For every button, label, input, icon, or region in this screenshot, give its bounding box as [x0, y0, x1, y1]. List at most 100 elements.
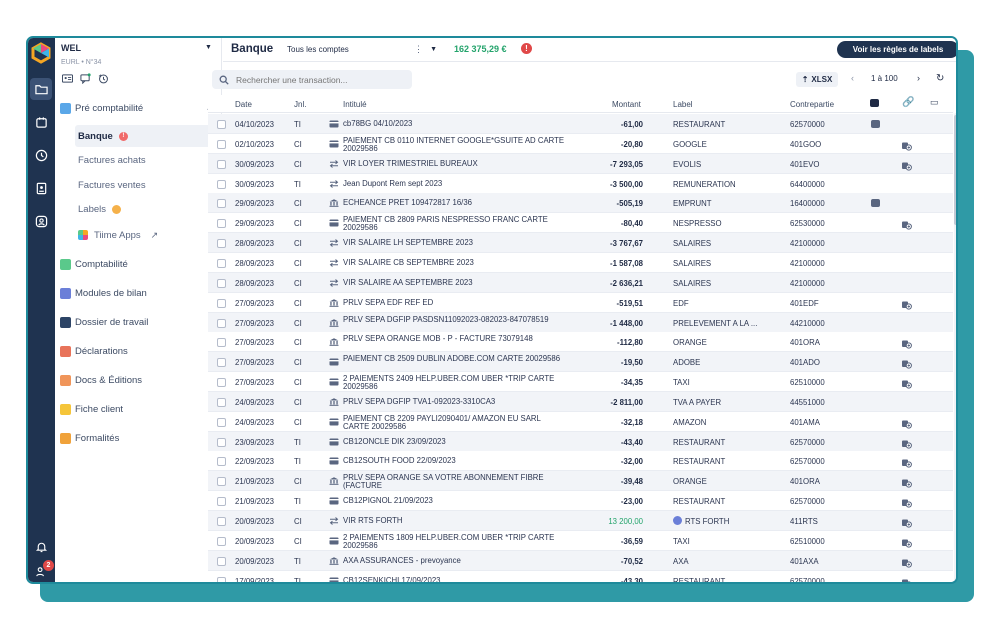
- row-checkbox[interactable]: [217, 397, 226, 407]
- table-row[interactable]: 04/10/2023 TI cb78BG 04/10/2023 -61,00 RESTA…: [208, 114, 953, 134]
- row-checkbox[interactable]: [217, 318, 226, 328]
- cell-label[interactable]: RESTAURANT: [673, 120, 725, 129]
- attachment-icon[interactable]: [901, 338, 912, 349]
- cell-label[interactable]: ADOBE: [673, 358, 700, 367]
- cell-label[interactable]: RTS FORTH: [685, 517, 729, 526]
- chevron-down-icon[interactable]: ▼: [205, 44, 212, 51]
- cell-intitule[interactable]: ECHEANCE PRET 109472817 16/36: [343, 199, 568, 207]
- col-date[interactable]: Date: [235, 100, 252, 109]
- attachment-icon[interactable]: [901, 457, 912, 469]
- cell-label[interactable]: SALAIRES: [673, 259, 711, 268]
- cell-label[interactable]: EMPRUNT: [673, 199, 712, 208]
- row-checkbox[interactable]: [217, 497, 226, 507]
- attachment-icon[interactable]: [901, 219, 912, 230]
- row-checkbox[interactable]: [217, 576, 226, 582]
- cell-label[interactable]: EVOLIS: [673, 160, 701, 169]
- table-row[interactable]: 24/09/2023 CI PAIEMENT CB 2209 PAYLI209040…: [208, 411, 953, 432]
- cell-contrepartie[interactable]: 401EVO: [790, 160, 819, 169]
- row-checkbox[interactable]: [217, 437, 226, 447]
- export-xlsx-button[interactable]: ⇡ XLSX: [796, 72, 838, 87]
- table-row[interactable]: 27/09/2023 CI PAIEMENT CB 2509 DUBLIN ADOB…: [208, 352, 953, 373]
- cell-contrepartie[interactable]: 16400000: [790, 199, 825, 208]
- nav-comptabilite[interactable]: Comptabilité ›: [55, 254, 221, 274]
- bell-icon[interactable]: [30, 535, 52, 557]
- cell-intitule[interactable]: VIR RTS FORTH: [343, 517, 568, 525]
- cell-contrepartie[interactable]: 44551000: [790, 398, 825, 407]
- cell-intitule[interactable]: AXA ASSURANCES - prevoyance: [343, 556, 568, 565]
- attachment-icon[interactable]: [901, 577, 912, 582]
- chevron-right-icon[interactable]: ›: [917, 73, 920, 83]
- cell-label[interactable]: AXA: [673, 557, 689, 566]
- col-intitule[interactable]: Intitulé: [343, 100, 367, 109]
- attachment-icon[interactable]: [901, 378, 912, 389]
- nav-precomptabilite[interactable]: Pré comptabilité ⌄: [55, 98, 221, 118]
- table-row[interactable]: 24/09/2023 CI PRLV SEPA DGFIP TVA1-092023-…: [208, 391, 953, 412]
- cell-intitule[interactable]: CB12SOUTH FOOD 22/09/2023: [343, 457, 568, 465]
- row-checkbox[interactable]: [217, 179, 226, 189]
- cell-contrepartie[interactable]: 401EDF: [790, 299, 819, 308]
- cell-intitule[interactable]: CB12SENKICHI 17/09/2023: [343, 576, 568, 582]
- nav-labels[interactable]: Labels: [75, 198, 220, 220]
- report-icon[interactable]: [30, 177, 52, 199]
- refresh-icon[interactable]: ↻: [936, 73, 944, 84]
- cell-contrepartie[interactable]: 62570000: [790, 438, 825, 447]
- nav-dossier-travail[interactable]: Dossier de travail: [55, 312, 221, 332]
- cell-intitule[interactable]: CB12PIGNOL 21/09/2023: [343, 497, 568, 505]
- attachment-icon[interactable]: [901, 299, 912, 310]
- nav-factures-ventes[interactable]: Factures ventes: [75, 174, 220, 196]
- table-row[interactable]: 30/09/2023 TI Jean Dupont Rem sept 2023 -3 …: [208, 173, 953, 194]
- label-rules-button[interactable]: Voir les règles de labels: [837, 41, 956, 58]
- row-checkbox[interactable]: [217, 139, 226, 149]
- nav-fiche-client[interactable]: Fiche client ›: [55, 399, 221, 419]
- row-checkbox[interactable]: [217, 219, 226, 229]
- cell-contrepartie[interactable]: 401GOO: [790, 140, 821, 149]
- table-row[interactable]: 29/09/2023 CI PAIEMENT CB 2809 PARIS NESPR…: [208, 213, 953, 234]
- table-row[interactable]: 20/09/2023 CI VIR RTS FORTH 13 200,00 RTS FO…: [208, 511, 953, 531]
- attachment-icon[interactable]: [901, 358, 912, 369]
- row-checkbox[interactable]: [217, 536, 226, 546]
- cell-intitule[interactable]: PRLV SEPA ORANGE MOB - P - FACTURE 73079…: [343, 335, 568, 343]
- calendar-icon[interactable]: [30, 111, 52, 133]
- row-checkbox[interactable]: [217, 199, 226, 209]
- attachment-icon[interactable]: [901, 517, 912, 528]
- nav-formalites[interactable]: Formalités ›: [55, 428, 221, 448]
- cell-label[interactable]: ORANGE: [673, 338, 707, 347]
- cell-label[interactable]: GOOGLE: [673, 140, 707, 149]
- table-row[interactable]: 22/09/2023 TI CB12SOUTH FOOD 22/09/2023 -32…: [208, 451, 953, 472]
- cell-intitule[interactable]: PRLV SEPA DGFIP TVA1-092023-3310CA3: [343, 397, 568, 406]
- row-checkbox[interactable]: [217, 120, 226, 129]
- attachment-icon[interactable]: [901, 418, 912, 429]
- search-input[interactable]: [236, 74, 406, 85]
- row-checkbox[interactable]: [217, 159, 226, 169]
- cell-contrepartie[interactable]: 401ORA: [790, 338, 820, 347]
- cell-intitule[interactable]: PAIEMENT CB 0110 INTERNET GOOGLE*GSUITE …: [343, 136, 568, 153]
- logo-icon[interactable]: [30, 42, 52, 64]
- cell-contrepartie[interactable]: 62570000: [790, 497, 825, 506]
- col-montant[interactable]: Montant: [612, 100, 641, 109]
- row-checkbox[interactable]: [217, 477, 226, 487]
- cell-contrepartie[interactable]: 62570000: [790, 120, 825, 129]
- cell-contrepartie[interactable]: 401AMA: [790, 418, 820, 427]
- cell-label[interactable]: EDF: [673, 299, 689, 308]
- cell-label[interactable]: RESTAURANT: [673, 577, 725, 582]
- cell-contrepartie[interactable]: 62570000: [790, 457, 825, 466]
- cell-intitule[interactable]: Jean Dupont Rem sept 2023: [343, 179, 568, 188]
- table-row[interactable]: 28/09/2023 CI VIR SALAIRE LH SEPTEMBRE 202…: [208, 233, 953, 254]
- cell-contrepartie[interactable]: 42100000: [790, 239, 825, 248]
- comment-icon[interactable]: [871, 199, 880, 208]
- cell-label[interactable]: SALAIRES: [673, 239, 711, 248]
- cell-intitule[interactable]: PAIEMENT CB 2209 PAYLI2090401/ AMAZON EU…: [343, 414, 568, 431]
- row-checkbox[interactable]: [217, 556, 226, 566]
- cell-label[interactable]: AMAZON: [673, 418, 706, 427]
- attachment-icon[interactable]: [901, 477, 912, 488]
- account-select[interactable]: Tous les comptes ⋮ ▼: [283, 41, 443, 58]
- nav-declarations[interactable]: Déclarations ›: [55, 341, 221, 361]
- cell-contrepartie[interactable]: 44210000: [790, 319, 825, 328]
- row-checkbox[interactable]: [217, 298, 226, 308]
- row-checkbox[interactable]: [217, 457, 226, 467]
- cell-intitule[interactable]: VIR SALAIRE CB SEPTEMBRE 2023: [343, 258, 568, 267]
- row-checkbox[interactable]: [217, 338, 226, 348]
- cell-intitule[interactable]: 2 PAIEMENTS 1809 HELP.UBER.COM UBER *TRI…: [343, 533, 568, 550]
- cell-label[interactable]: RESTAURANT: [673, 457, 725, 466]
- col-jnl[interactable]: Jnl.: [294, 100, 306, 109]
